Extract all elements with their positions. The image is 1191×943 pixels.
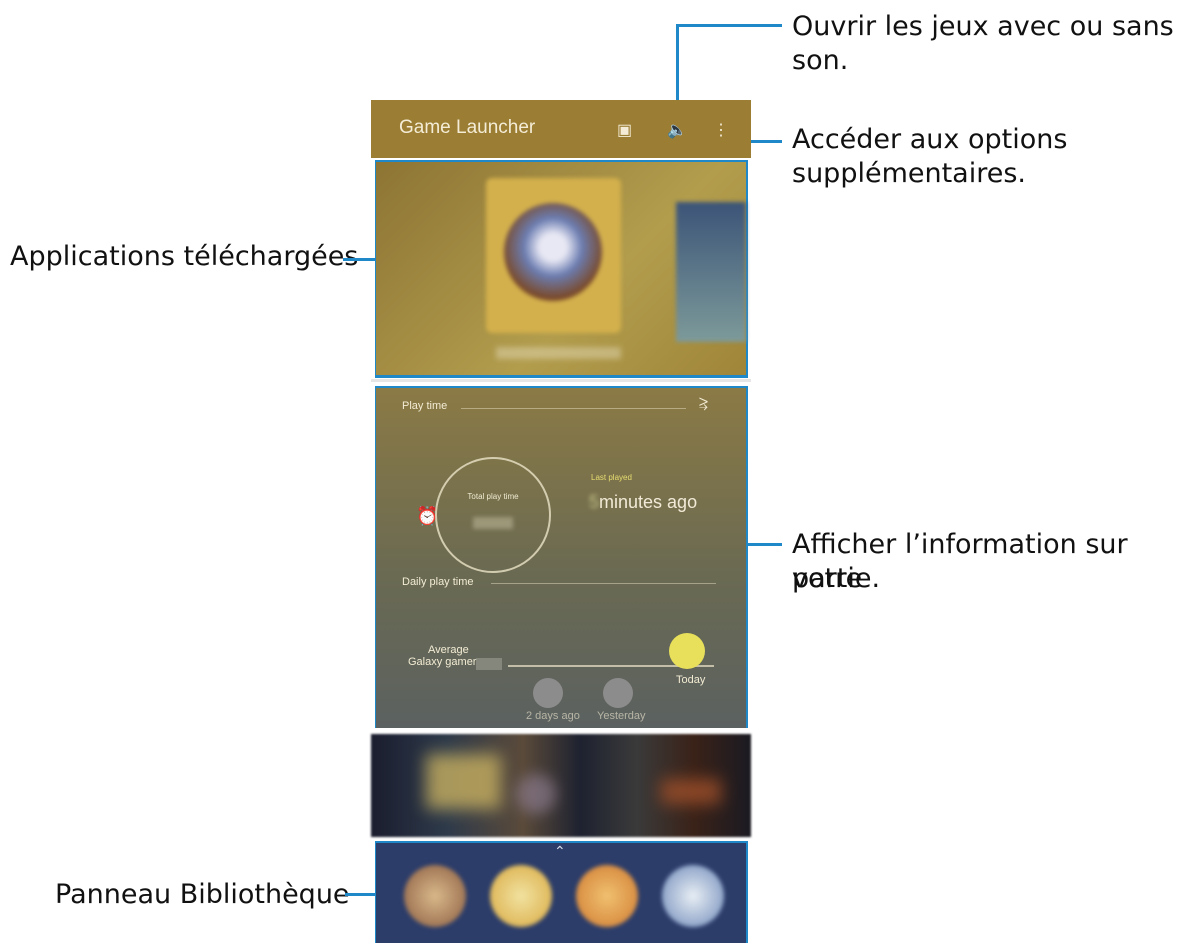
game-tile-next[interactable] bbox=[676, 202, 746, 342]
banner-art-3 bbox=[661, 779, 721, 804]
library-app-icon[interactable] bbox=[662, 865, 724, 927]
yesterday-dot bbox=[603, 678, 633, 708]
share-icon[interactable]: ⥸ bbox=[699, 395, 708, 413]
average-label-line1: Average bbox=[428, 644, 469, 656]
two-days-ago-label: 2 days ago bbox=[526, 710, 580, 722]
banner-art-1 bbox=[426, 754, 501, 809]
library-panel[interactable]: ⌃ bbox=[376, 843, 746, 943]
game-name-blurred bbox=[496, 347, 621, 359]
play-time-rule bbox=[461, 408, 686, 409]
more-vert-icon[interactable]: ⋮ bbox=[713, 120, 729, 140]
today-dot bbox=[669, 633, 705, 669]
featured-banner[interactable] bbox=[371, 734, 751, 837]
callout-options-line2: supplémentaires. bbox=[792, 158, 1026, 189]
callout-apps: Applications téléchargées bbox=[10, 241, 359, 272]
banner-art-2 bbox=[516, 774, 556, 814]
library-app-icon[interactable] bbox=[490, 865, 552, 927]
callout-library: Panneau Bibliothèque bbox=[55, 879, 350, 910]
downloaded-games[interactable] bbox=[376, 162, 746, 375]
total-play-time-label: Total play time bbox=[467, 492, 519, 501]
last-played-text: minutes ago bbox=[599, 492, 698, 512]
daily-play-time-label: Daily play time bbox=[402, 576, 474, 588]
chevron-up-icon[interactable]: ⌃ bbox=[554, 843, 566, 860]
last-played-label: Last played bbox=[591, 473, 632, 482]
library-app-icon[interactable] bbox=[404, 865, 466, 927]
library-app-icon[interactable] bbox=[576, 865, 638, 927]
game-artwork bbox=[504, 203, 602, 301]
game-tile[interactable] bbox=[486, 178, 621, 333]
average-value bbox=[476, 658, 502, 670]
phone-screen: Game Launcher ▣ 🔈 ⋮ Play time ⥸ ⏰ Total … bbox=[371, 100, 751, 943]
last-played-number: 5 bbox=[589, 492, 600, 512]
app-bar: Game Launcher ▣ 🔈 ⋮ bbox=[371, 100, 751, 158]
section-divider bbox=[371, 379, 751, 382]
callout-info-line2: partie. bbox=[792, 563, 881, 594]
speaker-icon[interactable]: 🔈 bbox=[667, 120, 687, 140]
daily-rule bbox=[491, 583, 716, 584]
play-stats-card: Play time ⥸ ⏰ Total play time Last playe… bbox=[376, 388, 746, 728]
two-days-ago-dot bbox=[533, 678, 563, 708]
total-play-time-value bbox=[473, 517, 513, 529]
callout-sound: Ouvrir les jeux avec ou sans son. bbox=[792, 11, 1174, 76]
chat-bubble-icon[interactable]: ▣ bbox=[617, 120, 632, 140]
callout-options-line1: Accéder aux options bbox=[792, 124, 1068, 155]
play-time-label: Play time bbox=[402, 400, 448, 412]
today-label: Today bbox=[676, 674, 706, 686]
average-label-line2: Galaxy gamer bbox=[408, 656, 477, 668]
callout-line-sound-h bbox=[676, 24, 782, 27]
total-play-time-ring: Total play time bbox=[435, 457, 551, 573]
yesterday-label: Yesterday bbox=[597, 710, 646, 722]
last-played-value: 5minutes ago bbox=[589, 492, 697, 513]
app-title: Game Launcher bbox=[399, 117, 536, 138]
